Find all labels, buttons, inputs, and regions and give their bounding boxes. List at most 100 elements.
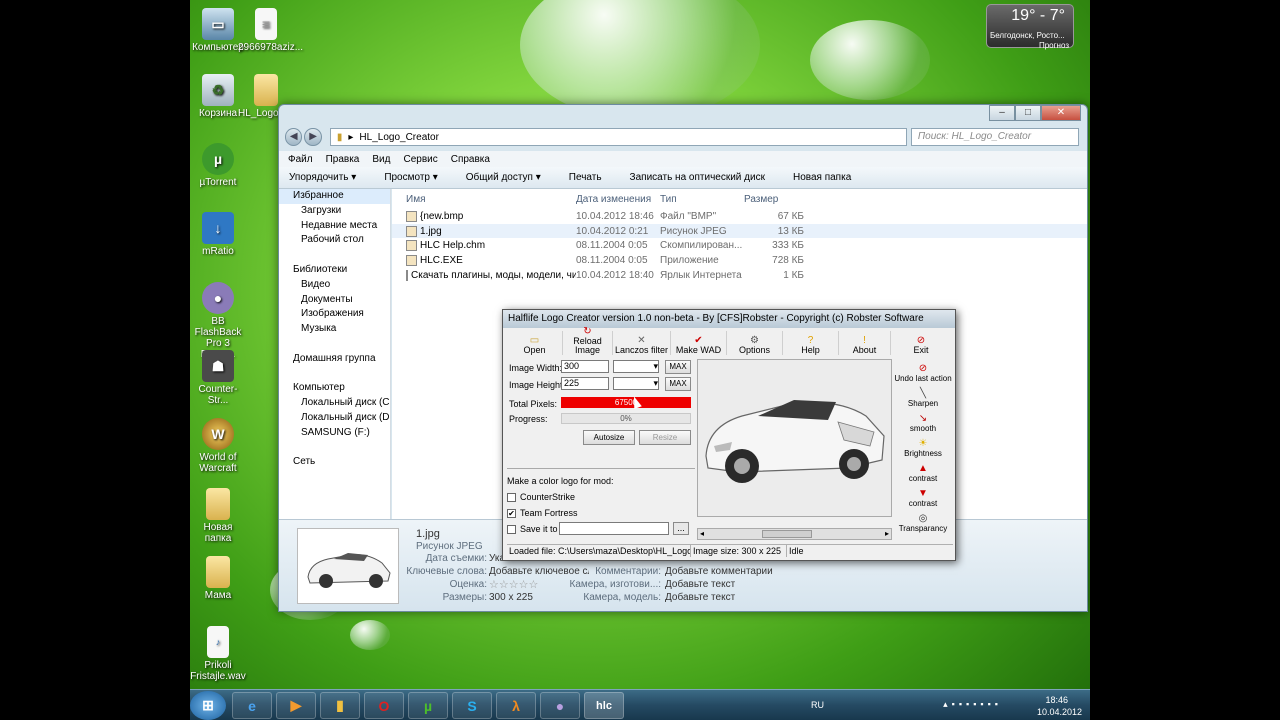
desktop-icon-counter-strike[interactable]: ☗ Counter-Str... [190,350,246,406]
contrast-down-button[interactable]: ▼ contrast [893,483,953,508]
save-it-to-option[interactable]: Save it to ... [507,522,695,536]
nav-item[interactable]: Локальный диск (D [279,411,390,426]
contrast-up-button[interactable]: ▲ contrast [893,458,953,483]
language-indicator[interactable]: RU [811,700,824,710]
maximize-button[interactable]: □ [1015,105,1041,121]
open-button[interactable]: ▭ Open [507,331,563,355]
exit-button[interactable]: ⊘ Exit [891,331,951,355]
back-button[interactable]: ◀ [285,128,303,146]
breadcrumb-path[interactable]: HL_Logo_Creator [359,132,439,143]
transparency-button[interactable]: ◎ Transparancy [893,508,953,533]
minimize-button[interactable]: – [989,105,1015,121]
make-wad-button[interactable]: ✔ Make WAD [671,331,727,355]
menu-file[interactable]: Файл [288,154,313,165]
about-button[interactable]: ! About [839,331,891,355]
new-folder-button[interactable]: Новая папка [793,172,851,183]
search-input[interactable]: Поиск: HL_Logo_Creator [910,128,1079,146]
burn-button[interactable]: Записать на оптический диск [630,172,765,183]
rating-stars[interactable]: ☆☆☆☆☆ [489,578,538,591]
reload-image-button[interactable]: ↻ Reload Image [563,326,613,355]
details-value[interactable]: Добавьте текст [665,592,735,603]
file-row[interactable]: {new.bmp 10.04.2012 18:46 Файл "BMP" 67 КБ [392,209,1087,224]
height-input[interactable]: 225 [561,377,609,390]
scroll-thumb[interactable] [762,530,812,538]
counterstrike-option[interactable]: CounterStrike [507,492,695,503]
desktop-icon-new-folder[interactable]: Новая папка [190,488,246,544]
menu-edit[interactable]: Правка [326,154,360,165]
ie-icon[interactable]: e [232,692,272,719]
width-input[interactable]: 300 [561,360,609,373]
desktop-icon-mama[interactable]: Мама [190,556,246,601]
weather-gadget[interactable]: 19° - 7° Белгодонск, Росто... Прогноз [986,4,1074,50]
column-date[interactable]: Дата изменения [576,194,660,205]
explorer-folder-icon[interactable]: ▮ [320,692,360,719]
width-dropdown[interactable]: ▾ [613,360,659,373]
skype-icon[interactable]: S [452,692,492,719]
desktop-icon-mratio[interactable]: ↓ mRatio [190,212,246,257]
nav-item[interactable]: Документы [279,293,390,308]
clock-time[interactable]: 18:46 [1045,695,1068,705]
height-dropdown[interactable]: ▾ [613,377,659,390]
details-value[interactable]: Добавьте комментарии [665,566,773,577]
image-horizontal-scrollbar[interactable]: ◂ ▸ [697,528,892,540]
file-row[interactable]: HLC.EXE 08.11.2004 0:05 Приложение 728 КБ [392,253,1087,268]
nav-item[interactable]: Недавние места [279,219,390,234]
clock-date[interactable]: 10.04.2012 [1037,707,1082,717]
forward-button[interactable]: ▶ [304,128,322,146]
undo-button[interactable]: ⊘ Undo last action [893,358,953,383]
smooth-button[interactable]: ↘ smooth [893,408,953,433]
nav-item[interactable]: Сеть [279,455,390,470]
nav-item[interactable]: Видео [279,278,390,293]
opera-icon[interactable]: O [364,692,404,719]
menu-help[interactable]: Справка [451,154,490,165]
save-path-input[interactable] [559,522,669,536]
counterstrike-checkbox[interactable] [507,493,516,503]
nav-item[interactable]: Изображения [279,307,390,322]
column-type[interactable]: Тип [660,194,744,205]
file-row[interactable]: HLC Help.chm 08.11.2004 0:05 Скомпилирован… [392,238,1087,253]
start-orb-icon[interactable]: ⊞ [190,691,226,720]
file-row[interactable]: 1.jpg 10.04.2012 0:21 Рисунок JPEG 13 КБ [392,223,1087,239]
details-value[interactable]: Добавьте текст [665,579,735,590]
nav-item[interactable]: Загрузки [279,204,390,219]
nav-item[interactable]: Избранное [279,189,390,204]
nav-item[interactable]: Домашняя группа [279,352,390,367]
column-size[interactable]: Размер [744,194,804,205]
menu-view[interactable]: Вид [372,154,390,165]
desktop-icon-utorrent[interactable]: µ µTorrent [190,143,246,188]
flashback-icon[interactable]: ● [540,692,580,719]
autosize-button[interactable]: Autosize [583,430,635,445]
desktop-icon-flashback[interactable]: ● BB FlashBack Pro 3 Recor... [190,282,246,360]
media-player-icon[interactable]: ▶ [276,692,316,719]
width-max-button[interactable]: MAX [665,360,691,374]
half-life-icon[interactable]: λ [496,692,536,719]
nav-item[interactable]: Библиотеки [279,263,390,278]
weather-forecast-link[interactable]: Прогноз [1039,41,1069,50]
nav-item[interactable]: Музыка [279,322,390,337]
sharpen-button[interactable]: ╲ Sharpen [893,383,953,408]
organize-button[interactable]: Упорядочить ▾ [289,172,356,183]
hlc-icon[interactable]: hlc [584,692,624,719]
save-it-to-checkbox[interactable] [507,525,516,535]
resize-button[interactable]: Resize [639,430,691,445]
scroll-left-icon[interactable]: ◂ [700,529,704,538]
options-button[interactable]: ⚙ Options [727,331,783,355]
file-row[interactable]: Скачать плагины, моды, модели, читы,...1… [392,268,1087,283]
lanczos-filter-button[interactable]: ✕ Lanczos filter [613,331,671,355]
brightness-button[interactable]: ☀ Brightness [893,433,953,458]
team-fortress-checkbox[interactable]: ✔ [507,509,516,519]
nav-item[interactable]: Локальный диск (C [279,396,390,411]
utorrent-icon[interactable]: µ [408,692,448,719]
nav-item[interactable]: SAMSUNG (F:) [279,426,390,441]
nav-item[interactable]: Рабочий стол [279,233,390,248]
scroll-right-icon[interactable]: ▸ [885,529,889,538]
help-button[interactable]: ? Help [783,331,839,355]
column-name[interactable]: Имя [392,194,576,205]
share-button[interactable]: Общий доступ ▾ [466,172,541,183]
browse-button[interactable]: ... [673,522,689,536]
print-button[interactable]: Печать [569,172,602,183]
desktop-icon-wav[interactable]: ♪ Prikoli Fristajle.wav [190,626,246,682]
menu-tools[interactable]: Сервис [403,154,437,165]
close-button[interactable]: ✕ [1041,105,1081,121]
address-bar[interactable]: ▮ ▸ HL_Logo_Creator [329,128,907,146]
